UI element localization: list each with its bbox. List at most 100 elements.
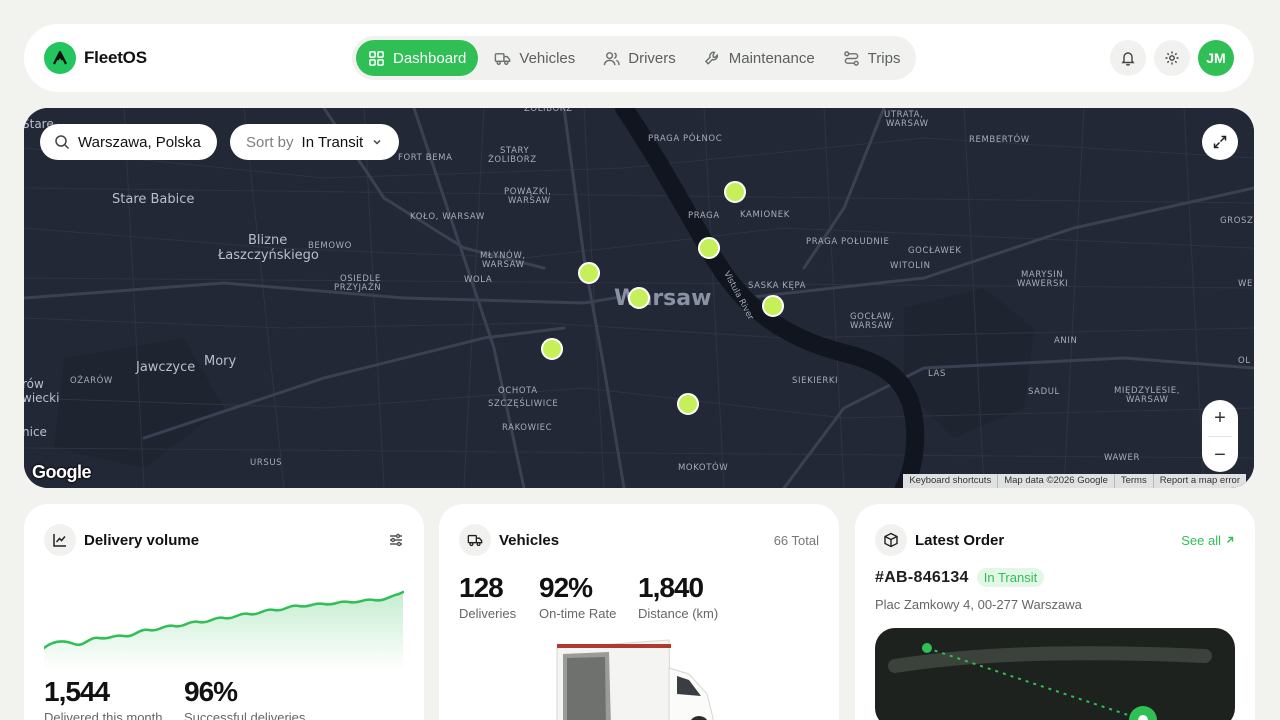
- fullscreen-button[interactable]: [1202, 124, 1238, 160]
- stat-distance: 1,840 Distance (km): [638, 572, 718, 621]
- chevron-down-icon: [373, 139, 381, 145]
- latest-order-card: Latest Order See all #AB-846134 In Trans…: [855, 504, 1255, 720]
- truck-icon: [495, 52, 511, 65]
- notifications-button[interactable]: [1110, 40, 1146, 76]
- google-logo: Google: [32, 462, 92, 482]
- stat-label: On-time Rate: [539, 606, 617, 621]
- map-marker[interactable]: [677, 393, 699, 415]
- map-marker[interactable]: [762, 295, 784, 317]
- sort-value: In Transit: [301, 133, 364, 151]
- card-title: Delivery volume: [84, 531, 200, 549]
- svg-text:rów: rów: [24, 377, 44, 391]
- map-marker[interactable]: [698, 237, 720, 259]
- zoom-in-button[interactable]: +: [1202, 400, 1238, 436]
- map-data-text: Map data ©2026 Google: [997, 474, 1114, 488]
- svg-text:BEMOWO: BEMOWO: [308, 241, 352, 251]
- status-badge: In Transit: [976, 568, 1045, 587]
- stat-value: 1,840: [638, 572, 704, 603]
- svg-text:WAWERSKI: WAWERSKI: [1017, 279, 1068, 289]
- nav-maintenance[interactable]: Maintenance: [692, 40, 827, 76]
- nav-label: Vehicles: [519, 49, 576, 67]
- svg-text:PRAGA PÓŁNOC: PRAGA PÓŁNOC: [648, 132, 722, 144]
- nav-drivers[interactable]: Drivers: [591, 40, 688, 76]
- van-illustration: [556, 639, 714, 720]
- svg-text:MOKOTÓW: MOKOTÓW: [678, 461, 728, 473]
- svg-text:FORT BEMA: FORT BEMA: [398, 153, 453, 163]
- vehicles-card: Vehicles 66 Total 128 Deliveries 92% On-…: [439, 504, 839, 720]
- map-marker[interactable]: [724, 181, 746, 203]
- zoom-out-button[interactable]: −: [1202, 437, 1238, 472]
- stat-value: 92%: [539, 572, 593, 603]
- delivery-sparkline: [44, 590, 404, 670]
- stat-value: 96%: [184, 676, 238, 707]
- svg-text:ŻOLIBORZ: ŻOLIBORZ: [524, 108, 573, 114]
- settings-button[interactable]: [1154, 40, 1190, 76]
- svg-text:WAWER: WAWER: [1104, 453, 1140, 463]
- filter-sliders-icon[interactable]: [388, 532, 404, 548]
- keyboard-shortcuts-link[interactable]: Keyboard shortcuts: [903, 474, 997, 488]
- svg-text:Stare Babice: Stare Babice: [112, 192, 194, 207]
- svg-text:KOŁO, WARSAW: KOŁO, WARSAW: [410, 212, 485, 222]
- svg-text:SZCZĘŚLIWICE: SZCZĘŚLIWICE: [488, 397, 558, 409]
- card-title: Vehicles: [499, 531, 560, 549]
- stat-value: 128: [459, 572, 504, 603]
- user-avatar[interactable]: JM: [1198, 40, 1234, 76]
- header-actions: JM: [1110, 40, 1234, 76]
- fleet-map[interactable]: Warsaw Stare Babice Blizne Łaszczyńskieg…: [24, 108, 1254, 488]
- search-input[interactable]: Warszawa, Polska: [78, 134, 201, 151]
- stat-label: Delivered this month: [44, 710, 163, 720]
- svg-text:WOLA: WOLA: [464, 275, 492, 285]
- search-icon: [55, 135, 70, 150]
- svg-text:Łaszczyńskiego: Łaszczyńskiego: [217, 248, 319, 263]
- svg-text:SADUL: SADUL: [1028, 387, 1060, 397]
- svg-text:SIEKIERKI: SIEKIERKI: [792, 376, 838, 386]
- stat-label: Successful deliveries: [184, 710, 306, 720]
- svg-text:nice: nice: [24, 425, 47, 439]
- terms-link[interactable]: Terms: [1113, 474, 1153, 488]
- see-all-link[interactable]: See all: [1181, 533, 1235, 548]
- svg-text:WARSAW: WARSAW: [482, 260, 525, 270]
- nav-label: Maintenance: [728, 49, 815, 67]
- wrench-icon: [704, 51, 718, 65]
- svg-text:OL: OL: [1238, 356, 1251, 366]
- report-error-link[interactable]: Report a map error: [1152, 474, 1246, 488]
- svg-text:OŻARÓW: OŻARÓW: [70, 374, 113, 386]
- vehicles-total: 66 Total: [773, 532, 819, 548]
- svg-text:KAMIONEK: KAMIONEK: [740, 210, 790, 220]
- svg-text:wiecki: wiecki: [24, 391, 59, 405]
- nav-vehicles[interactable]: Vehicles: [482, 40, 587, 76]
- sort-label: Sort by: [246, 133, 294, 151]
- svg-text:OCHOTA: OCHOTA: [498, 386, 538, 396]
- svg-text:WARSAW: WARSAW: [508, 196, 551, 206]
- svg-text:ANIN: ANIN: [1054, 336, 1077, 346]
- map-marker[interactable]: [541, 338, 563, 360]
- nav-label: Trips: [867, 49, 901, 67]
- svg-text:Mory: Mory: [204, 354, 237, 369]
- svg-text:PRAGA: PRAGA: [688, 211, 720, 221]
- users-icon: [603, 51, 621, 65]
- bell-icon: [1121, 52, 1135, 66]
- map-search-box[interactable]: Warszawa, Polska: [40, 124, 217, 160]
- svg-text:URSUS: URSUS: [250, 458, 282, 468]
- svg-text:Blizne: Blizne: [248, 233, 287, 248]
- logo-icon[interactable]: [44, 42, 76, 74]
- see-all-label: See all: [1181, 532, 1221, 548]
- map-marker[interactable]: [578, 262, 600, 284]
- expand-icon: [1213, 135, 1227, 149]
- map-marker[interactable]: [628, 287, 650, 309]
- nav-dashboard[interactable]: Dashboard: [356, 40, 479, 76]
- svg-text:PRAGA POŁUDNIE: PRAGA POŁUDNIE: [806, 237, 889, 247]
- top-header: FleetOS Dashboard Vehicles Drivers Maint…: [24, 24, 1254, 92]
- truck-icon: [459, 524, 491, 556]
- brand-name: FleetOS: [84, 48, 147, 67]
- sort-dropdown[interactable]: Sort by In Transit: [230, 124, 400, 160]
- svg-text:WITOLIN: WITOLIN: [890, 261, 931, 271]
- svg-text:WARSAW: WARSAW: [850, 321, 893, 331]
- svg-text:RAKOWIEC: RAKOWIEC: [502, 423, 552, 433]
- nav-label: Dashboard: [393, 49, 467, 67]
- arrow-up-right-icon: [1227, 536, 1234, 543]
- svg-text:GROSZ: GROSZ: [1220, 216, 1253, 226]
- svg-text:REMBERTÓW: REMBERTÓW: [969, 133, 1030, 145]
- stat-delivered: 1,544 Delivered this month: [44, 676, 163, 720]
- nav-trips[interactable]: Trips: [831, 40, 913, 76]
